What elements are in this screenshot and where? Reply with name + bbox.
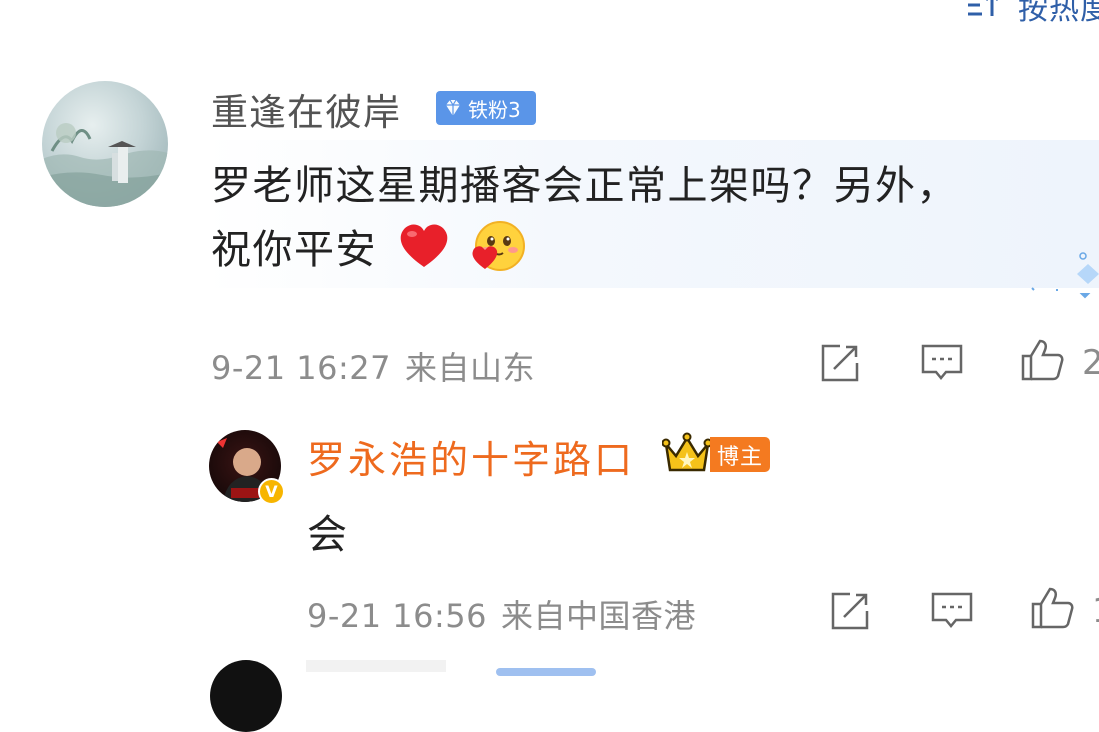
commenter-avatar[interactable] (42, 81, 168, 207)
comment-text[interactable]: 罗老师这星期播客会正常上架吗？另外， 祝你平安 (211, 154, 1091, 282)
comment-line-2-text: 祝你平安 (211, 227, 377, 273)
author-username[interactable]: 罗永浩的十字路口 (307, 429, 635, 484)
reply-meta: 9-21 16:56 来自中国香港 (307, 591, 696, 637)
landscape-avatar-image (42, 123, 168, 207)
next-commenter-avatar[interactable] (210, 660, 282, 732)
sort-toggle[interactable]: 按热度 (964, 0, 1099, 26)
reply-forward-icon[interactable] (828, 589, 872, 633)
host-badge: 博主 (710, 437, 770, 472)
diamond-icon (446, 99, 460, 116)
reply-like-icon[interactable] (1030, 585, 1074, 629)
verified-badge: V (258, 478, 285, 505)
blushing-heart-emoji (472, 221, 526, 271)
reply-comment-icon[interactable] (930, 589, 974, 633)
crown-icon (662, 432, 712, 472)
next-commenter-name-placeholder (306, 660, 446, 672)
sort-label: 按热度 (1018, 0, 1099, 26)
sparkle-decoration-icon (1031, 252, 1099, 299)
next-fan-badge (496, 668, 596, 676)
sort-icon (968, 0, 998, 16)
comment-line-1: 罗老师这星期播客会正常上架吗？另外， (211, 163, 958, 209)
reply-text[interactable]: 会 (307, 502, 347, 560)
reply-time: 9-21 16:56 (307, 597, 488, 635)
like-count: 2 (1082, 343, 1099, 383)
comment-time: 9-21 16:27 (211, 349, 392, 387)
reply-like-count: 1 (1092, 591, 1099, 631)
commenter-username[interactable]: 重逢在彼岸 (211, 82, 401, 136)
comment-meta: 9-21 16:27 来自山东 (211, 343, 535, 389)
comment-icon[interactable] (920, 341, 964, 385)
comment-location: 来自山东 (405, 349, 536, 387)
like-icon[interactable] (1020, 337, 1064, 381)
reply-location: 来自中国香港 (501, 597, 697, 635)
forward-icon[interactable] (818, 341, 862, 385)
comment-line-2: 祝你平安 (211, 218, 1091, 282)
fan-level-badge: 铁粉3 (436, 91, 536, 125)
fan-badge-label: 铁粉3 (468, 97, 521, 122)
heart-emoji (400, 224, 448, 267)
